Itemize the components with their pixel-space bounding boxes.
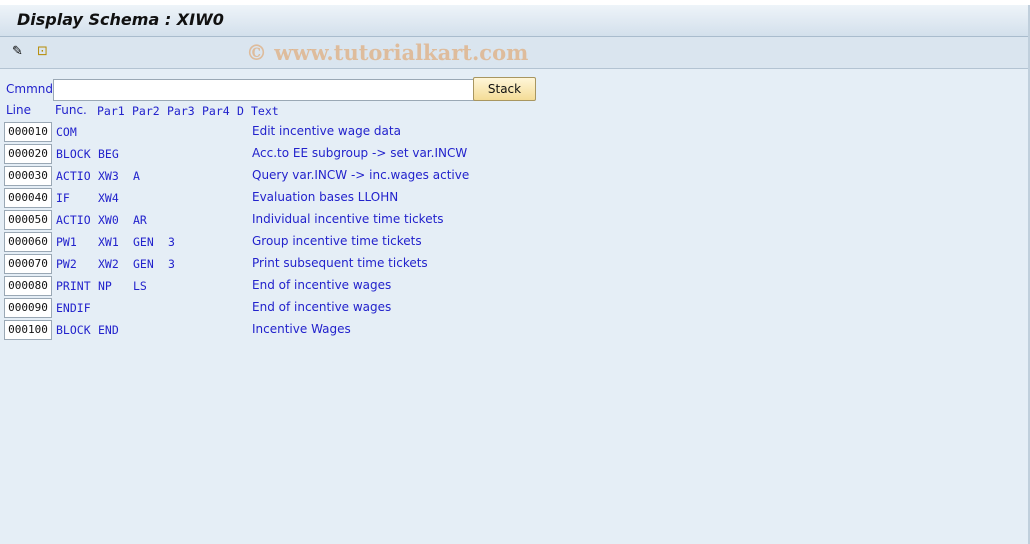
text-cell: End of incentive wages [252,278,392,292]
func-cell: IF [56,191,70,205]
par1-cell: BEG [98,147,119,161]
par1-cell: NP [98,279,112,293]
line-number-field[interactable]: 000080 [4,276,52,296]
text-cell: Group incentive time tickets [252,234,422,248]
stack-button[interactable]: Stack [473,77,536,101]
par1-cell: XW0 [98,213,119,227]
watermark: © www.tutorialkart.com [246,40,529,65]
line-number-field[interactable]: 000010 [4,122,52,142]
application-toolbar: ✎ ⊡ © www.tutorialkart.com [0,37,1028,69]
text-cell: End of incentive wages [252,300,392,314]
par1-cell: XW1 [98,235,119,249]
func-cell: PW2 [56,257,77,271]
par2-cell: GEN [133,257,154,271]
text-cell: Query var.INCW -> inc.wages active [252,168,470,182]
header-par3: Par3 [167,104,195,118]
par2-cell: LS [133,279,147,293]
par1-cell: XW4 [98,191,119,205]
sap-window: Display Schema : XIW0 ✎ ⊡ © www.tutorial… [0,5,1030,544]
text-cell: Acc.to EE subgroup -> set var.INCW [252,146,468,160]
change-edit-icon[interactable]: ✎ [12,44,23,59]
func-cell: PRINT [56,279,91,293]
par1-cell: XW2 [98,257,119,271]
par2-cell: A [133,169,140,183]
header-par2: Par2 [132,104,160,118]
par2-cell: AR [133,213,147,227]
line-number-field[interactable]: 000020 [4,144,52,164]
header-par4: Par4 [202,104,230,118]
line-number-field[interactable]: 000090 [4,298,52,318]
func-cell: BLOCK [56,147,91,161]
func-cell: ACTIO [56,213,91,227]
command-label: Cmmnd [6,82,53,96]
text-cell: Incentive Wages [252,322,351,336]
par2-cell: GEN [133,235,154,249]
header-d: D [237,104,244,118]
line-number-field[interactable]: 000100 [4,320,52,340]
func-cell: PW1 [56,235,77,249]
header-text: Text [251,104,279,118]
text-cell: Print subsequent time tickets [252,256,428,270]
hierarchy-icon[interactable]: ⊡ [37,44,48,59]
text-cell: Edit incentive wage data [252,124,401,138]
page-title: Display Schema : XIW0 [17,10,224,29]
func-cell: ENDIF [56,301,91,315]
text-cell: Individual incentive time tickets [252,212,444,226]
line-number-field[interactable]: 000050 [4,210,52,230]
header-func: Func. [55,103,87,117]
func-cell: BLOCK [56,323,91,337]
par1-cell: XW3 [98,169,119,183]
par1-cell: END [98,323,119,337]
title-bar: Display Schema : XIW0 [0,5,1028,37]
line-number-field[interactable]: 000030 [4,166,52,186]
text-cell: Evaluation bases LLOHN [252,190,399,204]
line-number-field[interactable]: 000060 [4,232,52,252]
func-cell: ACTIO [56,169,91,183]
command-input[interactable] [53,79,476,101]
par3-cell: 3 [168,235,175,249]
line-number-field[interactable]: 000070 [4,254,52,274]
header-line: Line [6,103,32,117]
header-par1: Par1 [97,104,125,118]
par3-cell: 3 [168,257,175,271]
line-number-field[interactable]: 000040 [4,188,52,208]
func-cell: COM [56,125,77,139]
